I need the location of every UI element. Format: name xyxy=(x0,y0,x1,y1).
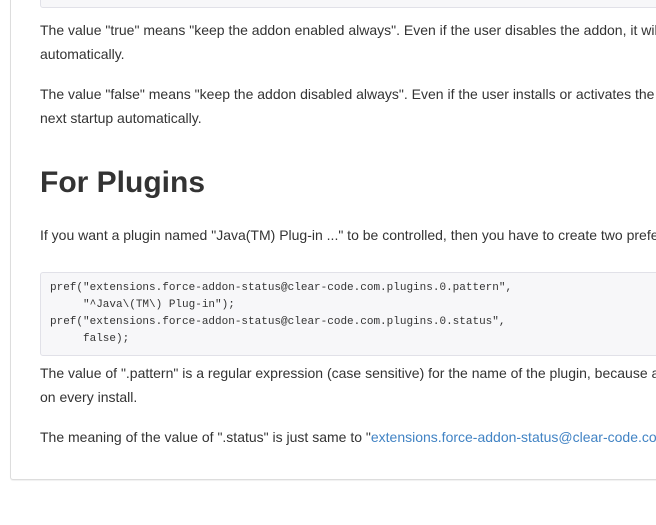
code-block-previous xyxy=(40,0,656,8)
pattern-desc-text: The value of ".pattern" is a regular exp… xyxy=(40,365,656,381)
true-value-text-cont: automatically. xyxy=(40,46,125,62)
false-value-paragraph: The value "false" means "keep the addon … xyxy=(40,82,656,130)
true-value-text: The value "true" means "keep the addon e… xyxy=(40,22,656,38)
status-pref-link[interactable]: extensions.force-addon-status@clear-code… xyxy=(371,429,656,445)
code-line-4: false); xyxy=(50,333,130,345)
status-desc-paragraph: The meaning of the value of ".status" is… xyxy=(40,425,656,449)
plugin-intro-paragraph: If you want a plugin named "Java(TM) Plu… xyxy=(40,227,656,243)
false-value-text-cont: next startup automatically. xyxy=(40,110,202,126)
status-desc-text: The meaning of the value of ".status" is… xyxy=(40,429,371,445)
pattern-desc-paragraph: The value of ".pattern" is a regular exp… xyxy=(40,361,656,409)
for-plugins-heading: For Plugins xyxy=(40,166,205,199)
plugin-prefs-code-block: pref("extensions.force-addon-status@clea… xyxy=(40,272,656,356)
page: The value "true" means "keep the addon e… xyxy=(0,0,656,525)
code-line-2: "^Java\(TM\) Plug-in"); xyxy=(50,299,235,311)
pattern-desc-text-cont: on every install. xyxy=(40,389,138,405)
true-value-paragraph: The value "true" means "keep the addon e… xyxy=(40,18,656,66)
code-line-3: pref("extensions.force-addon-status@clea… xyxy=(50,316,506,328)
code-line-1: pref("extensions.force-addon-status@clea… xyxy=(50,282,513,294)
false-value-text: The value "false" means "keep the addon … xyxy=(40,86,655,102)
